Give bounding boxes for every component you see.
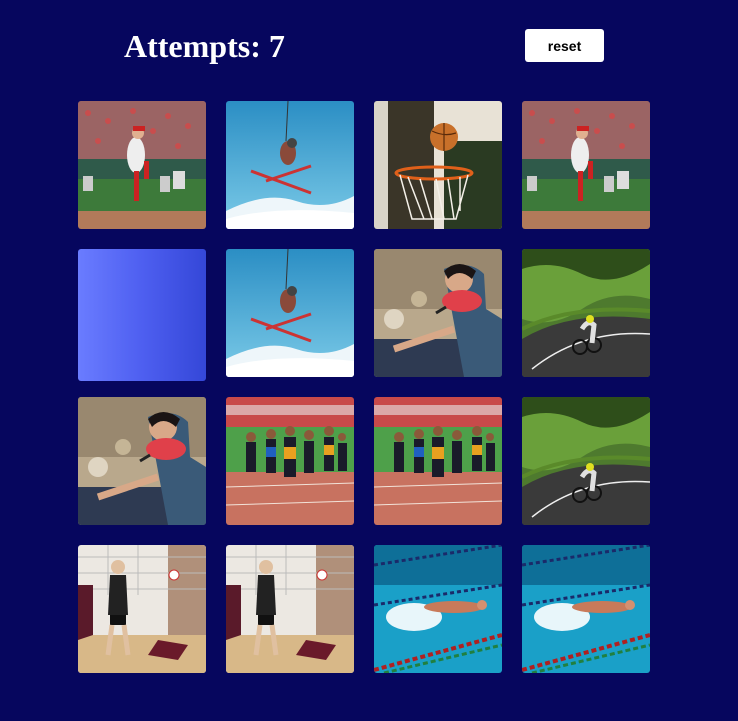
card-baseball-pitcher[interactable] bbox=[522, 101, 650, 229]
sprinters-track-image bbox=[374, 397, 502, 525]
card-road-cyclist[interactable] bbox=[522, 397, 650, 525]
skier-jump-image bbox=[226, 249, 354, 377]
card-face-down[interactable] bbox=[78, 249, 206, 381]
attempts-counter: Attempts: 7 bbox=[124, 28, 285, 64]
table-tennis-player-image bbox=[374, 249, 502, 377]
card-volleyball-players[interactable] bbox=[226, 545, 354, 673]
card-sprinters-track[interactable] bbox=[374, 397, 502, 525]
skier-jump-image bbox=[226, 101, 354, 229]
table-tennis-player-image bbox=[78, 397, 206, 525]
volleyball-players-image bbox=[226, 545, 354, 673]
card-road-cyclist[interactable] bbox=[522, 249, 650, 377]
reset-button[interactable]: reset bbox=[525, 29, 604, 62]
card-swimmer-pool[interactable] bbox=[522, 545, 650, 673]
card-table-tennis-player[interactable] bbox=[374, 249, 502, 377]
baseball-pitcher-image bbox=[78, 101, 206, 229]
card-skier-jump[interactable] bbox=[226, 101, 354, 229]
baseball-pitcher-image bbox=[522, 101, 650, 229]
sprinters-track-image bbox=[226, 397, 354, 525]
card-baseball-pitcher[interactable] bbox=[78, 101, 206, 229]
volleyball-players-image bbox=[78, 545, 206, 673]
card-table-tennis-player[interactable] bbox=[78, 397, 206, 525]
card-skier-jump[interactable] bbox=[226, 249, 354, 377]
card-volleyball-players[interactable] bbox=[78, 545, 206, 673]
swimmer-pool-image bbox=[374, 545, 502, 673]
card-basketball-hoop[interactable] bbox=[374, 101, 502, 229]
road-cyclist-image bbox=[522, 397, 650, 525]
card-sprinters-track[interactable] bbox=[226, 397, 354, 525]
road-cyclist-image bbox=[522, 249, 650, 377]
swimmer-pool-image bbox=[522, 545, 650, 673]
basketball-hoop-image bbox=[374, 101, 502, 229]
card-swimmer-pool[interactable] bbox=[374, 545, 502, 673]
